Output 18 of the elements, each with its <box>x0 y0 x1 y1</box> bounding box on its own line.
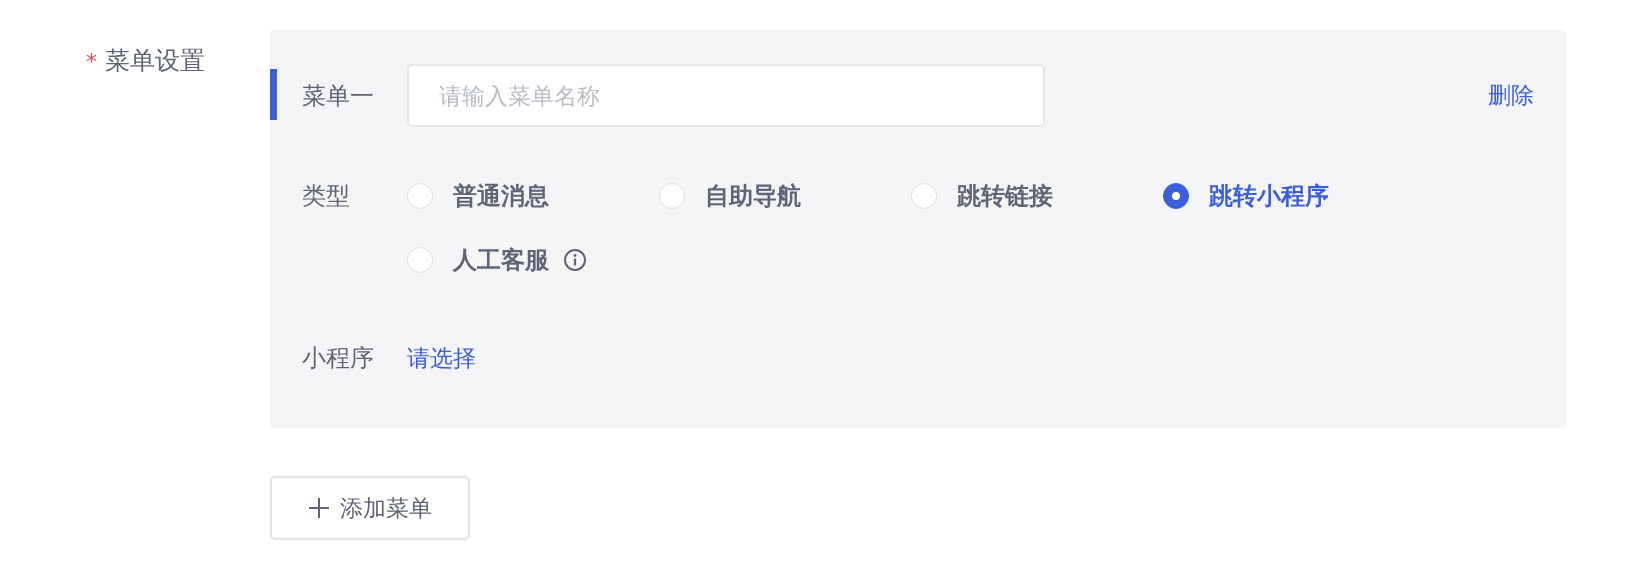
radio-label[interactable]: 跳转链接 <box>957 180 1053 212</box>
info-icon[interactable] <box>563 248 587 272</box>
select-link[interactable]: 请选择 <box>407 342 476 374</box>
menu-accent-bar <box>270 69 277 120</box>
radio-label[interactable]: 普通消息 <box>453 180 549 212</box>
add-menu-button[interactable]: 添加菜单 <box>270 476 470 540</box>
plus-icon <box>308 497 330 519</box>
radio-label[interactable]: 跳转小程序 <box>1209 180 1329 212</box>
mini-program-label: 小程序 <box>302 343 375 374</box>
delete-link[interactable]: 删除 <box>1488 80 1534 111</box>
menu-title: 菜单一 <box>302 80 375 112</box>
type-label: 类型 <box>302 181 351 212</box>
field-label: 菜单设置 <box>105 45 205 77</box>
radio-label[interactable]: 自助导航 <box>705 180 801 212</box>
menu-name-field[interactable]: 请输入菜单名称 <box>407 64 1045 127</box>
required-mark: * <box>86 49 97 74</box>
radio-button[interactable] <box>1163 183 1189 209</box>
radio-label[interactable]: 人工客服 <box>453 244 549 276</box>
